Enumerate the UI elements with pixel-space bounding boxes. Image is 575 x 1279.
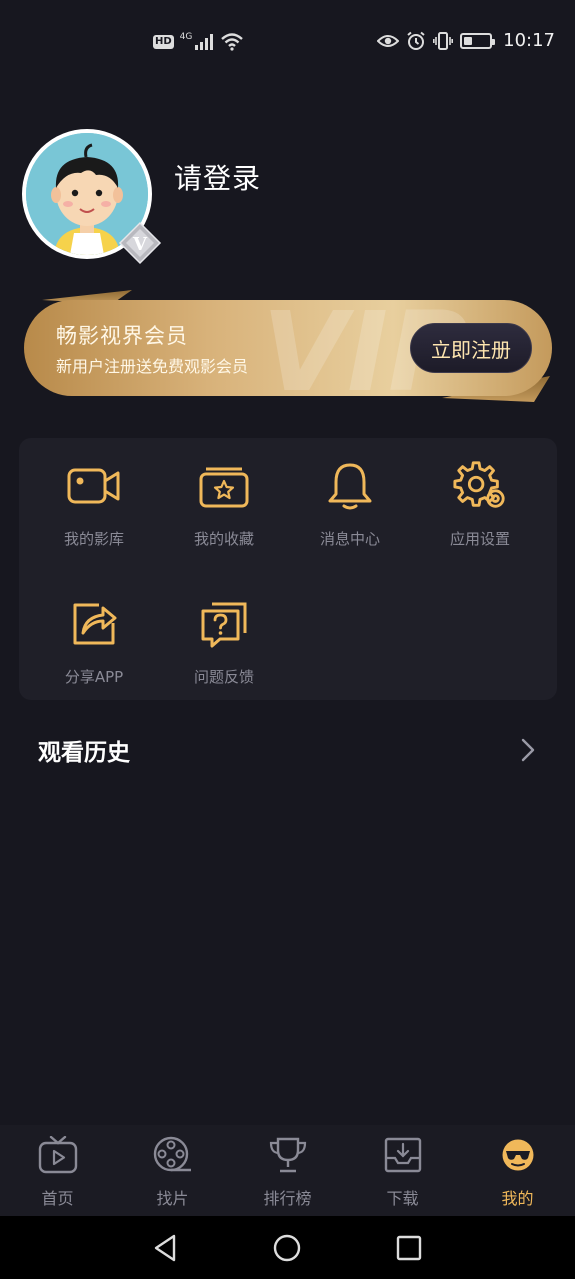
register-button[interactable]: 立即注册 (410, 323, 532, 373)
bottom-nav: 首页 找片 排行榜 下载 我的 (0, 1125, 575, 1216)
grid-label: 我的影库 (63, 530, 124, 548)
vibrate-icon (433, 31, 454, 50)
vip-subtitle: 新用户注册送免费观影会员 (56, 357, 249, 376)
nav-mine[interactable]: 我的 (460, 1135, 575, 1211)
grid-item-library[interactable]: 我的影库 (29, 458, 159, 568)
share-icon (73, 603, 117, 645)
status-right: 10:17 (377, 30, 555, 51)
nav-label: 我的 (501, 1189, 534, 1208)
video-camera-icon (67, 468, 120, 504)
grid-item-favorites[interactable]: 我的收藏 (159, 458, 289, 568)
bell-icon (328, 463, 372, 510)
battery-icon (460, 32, 496, 49)
avatar-wrap[interactable]: V (22, 129, 162, 265)
nav-label: 下载 (386, 1189, 419, 1208)
grid-item-feedback[interactable]: 问题反馈 (159, 596, 289, 706)
nav-discover[interactable]: 找片 (115, 1135, 230, 1211)
download-icon (384, 1137, 421, 1173)
feature-grid: 我的影库 我的收藏 消息中心 应用设置 分享APP 问题反馈 (19, 438, 557, 700)
grid-label: 应用设置 (449, 530, 510, 548)
home-circle-icon[interactable] (271, 1232, 303, 1264)
grid-item-messages[interactable]: 消息中心 (285, 458, 415, 568)
chevron-right-icon[interactable] (518, 737, 538, 763)
grid-label: 问题反馈 (193, 668, 254, 686)
signal-icon (195, 34, 214, 50)
grid-item-settings[interactable]: 应用设置 (415, 458, 545, 568)
gear-icon (453, 461, 505, 508)
grid-label: 我的收藏 (193, 530, 254, 548)
nav-home[interactable]: 首页 (0, 1135, 115, 1211)
wifi-icon (221, 33, 244, 51)
nav-label: 首页 (41, 1189, 74, 1208)
star-folder-icon (199, 467, 249, 508)
recents-square-icon[interactable] (393, 1232, 425, 1264)
nav-label: 排行榜 (263, 1189, 312, 1208)
vip-title: 畅影视界会员 (56, 324, 188, 348)
vip-diamond-badge: V (118, 221, 162, 265)
grid-label: 分享APP (64, 668, 124, 686)
trophy-icon (269, 1137, 306, 1173)
eye-icon (377, 34, 400, 47)
nav-ranking[interactable]: 排行榜 (230, 1135, 345, 1211)
system-nav-bar (0, 1216, 575, 1279)
tv-icon (38, 1136, 77, 1174)
status-left: HD 4G (153, 32, 244, 51)
grid-item-share[interactable]: 分享APP (29, 596, 159, 706)
nav-label: 找片 (156, 1189, 189, 1208)
history-title[interactable]: 观看历史 (38, 733, 130, 767)
hd-badge: HD (153, 35, 174, 49)
status-bar: HD 4G 10:17 (0, 0, 575, 86)
grid-label: 消息中心 (319, 530, 380, 548)
back-icon[interactable] (150, 1232, 182, 1264)
nav-download[interactable]: 下载 (345, 1135, 460, 1211)
network-type-label: 4G (179, 32, 193, 42)
alarm-icon (407, 31, 425, 50)
sunglasses-face-icon (502, 1139, 533, 1171)
login-prompt[interactable]: 请登录 (174, 157, 261, 197)
status-time: 10:17 (503, 30, 555, 51)
film-reel-icon (153, 1136, 191, 1172)
question-icon (201, 602, 247, 648)
vip-badge-letter: V (132, 234, 148, 255)
battery-level-fill (464, 36, 473, 45)
